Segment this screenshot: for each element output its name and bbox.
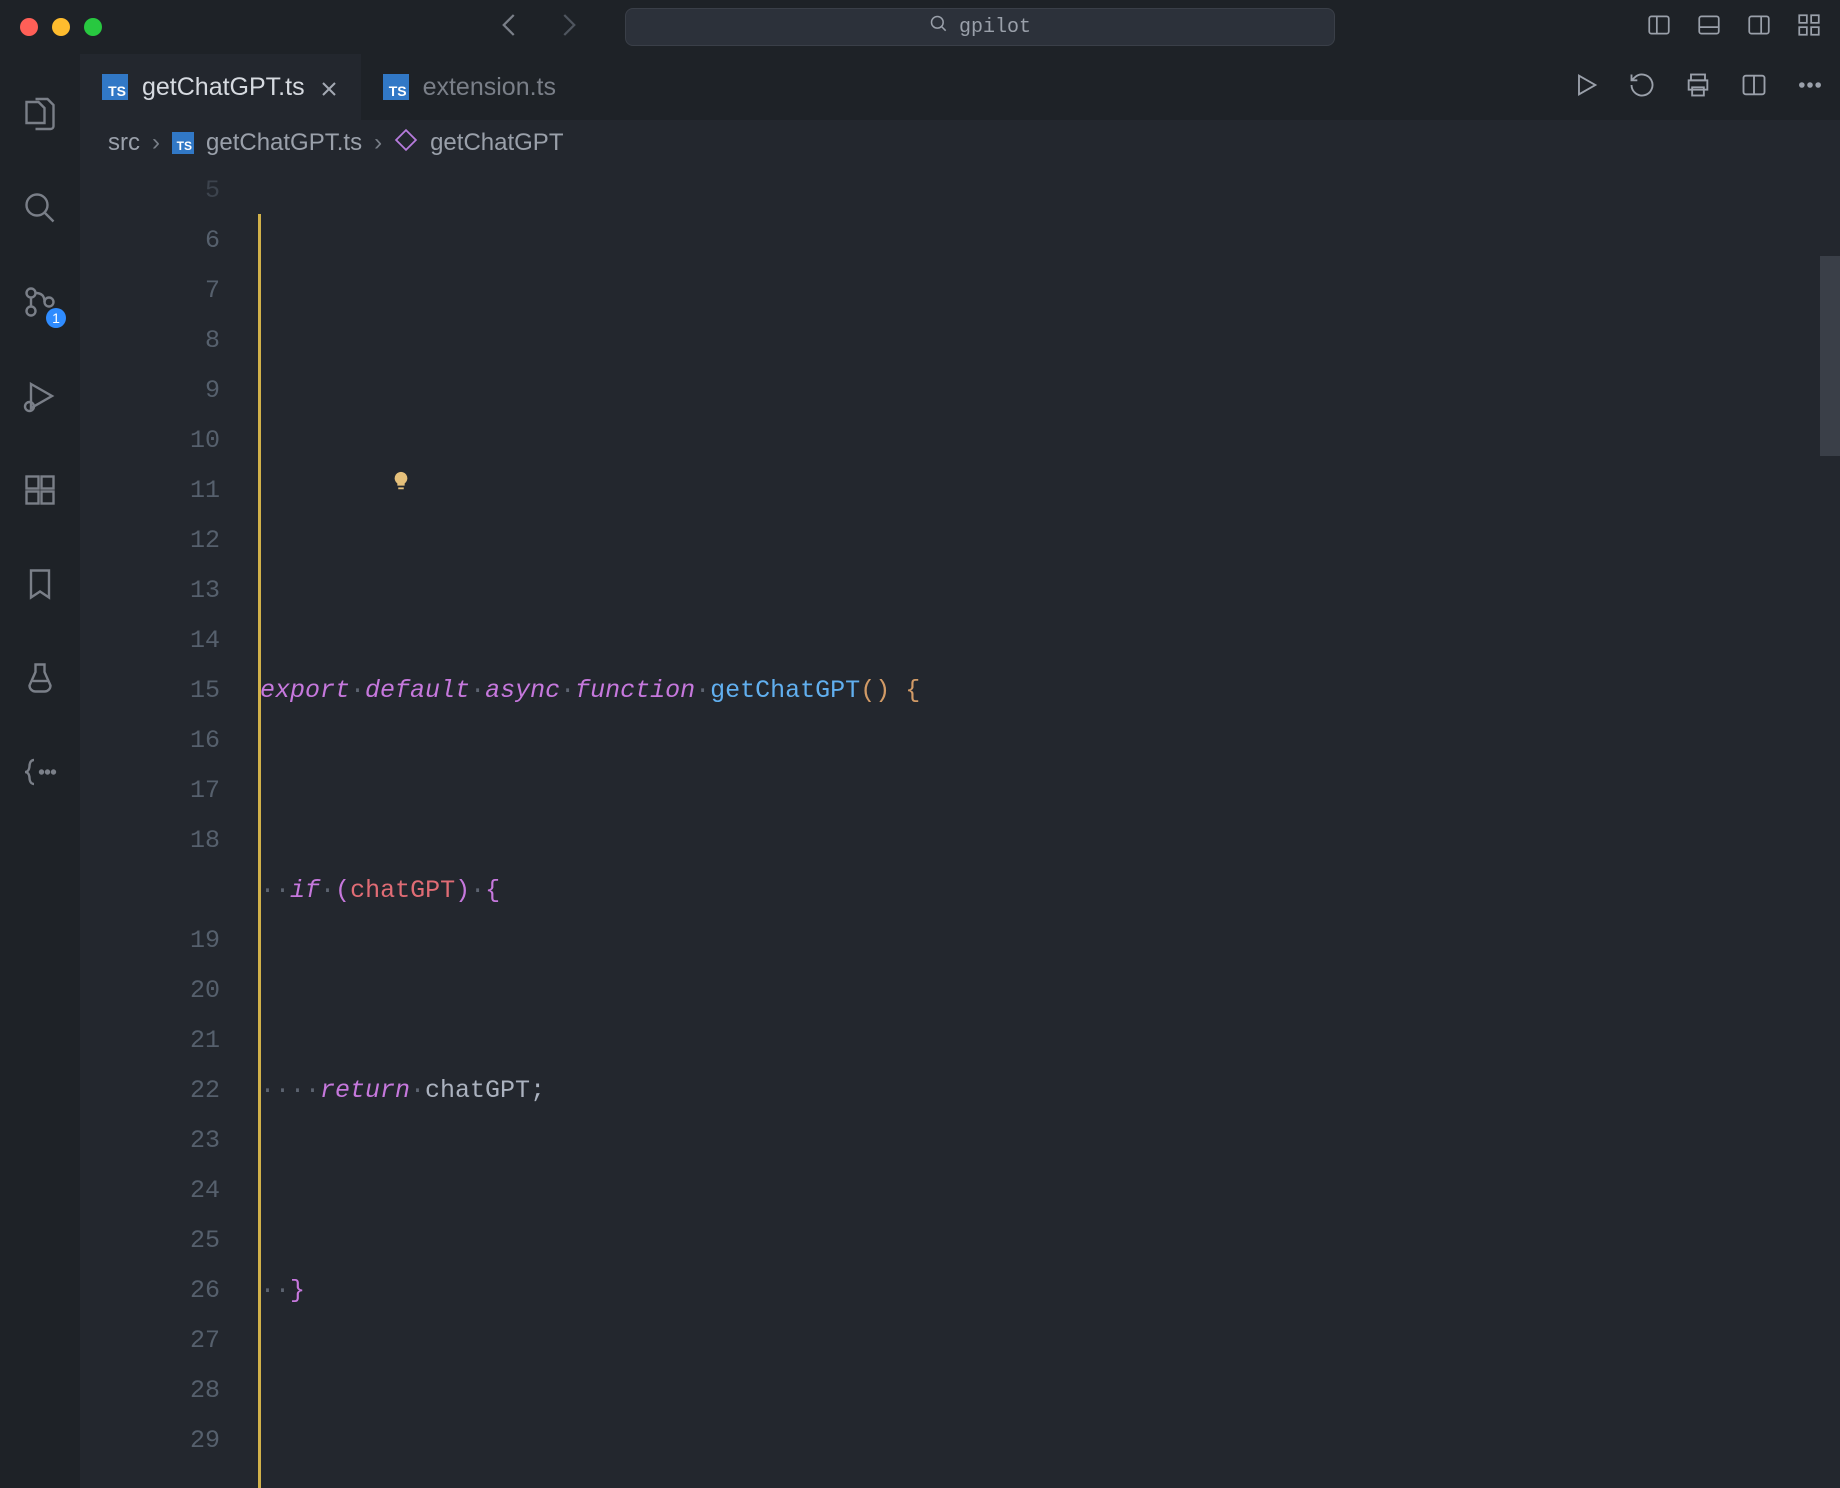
- tab-label: getChatGPT.ts: [142, 73, 305, 102]
- breadcrumb[interactable]: src › TS getChatGPT.ts › getChatGPT: [80, 120, 1840, 166]
- code-line[interactable]: ··}: [260, 1266, 1840, 1316]
- line-number: 9: [80, 366, 220, 416]
- title-bar-layout-controls: [1646, 12, 1822, 43]
- search-icon: [929, 14, 949, 41]
- line-number: 24: [80, 1166, 220, 1216]
- lightbulb-icon[interactable]: [270, 411, 292, 433]
- line-number: 8: [80, 316, 220, 366]
- code-line[interactable]: ····return·chatGPT;: [260, 1066, 1840, 1116]
- extensions-tab[interactable]: [20, 470, 60, 510]
- breadcrumb-folder[interactable]: src: [108, 129, 140, 157]
- line-number: 15: [80, 666, 220, 716]
- maximize-window-button[interactable]: [84, 18, 102, 36]
- chevron-right-icon: ›: [374, 129, 382, 157]
- typescript-icon: TS: [102, 74, 128, 100]
- customize-layout-icon[interactable]: [1796, 12, 1822, 43]
- code-line[interactable]: ··if·(chatGPT)·{: [260, 866, 1840, 916]
- line-number: 18: [80, 816, 220, 866]
- line-number: 29: [80, 1416, 220, 1466]
- line-number: 11: [80, 466, 220, 516]
- breadcrumb-file[interactable]: getChatGPT.ts: [206, 129, 362, 157]
- chevron-right-icon: ›: [152, 129, 160, 157]
- source-control-tab[interactable]: 1: [20, 282, 60, 322]
- split-editor-icon[interactable]: [1740, 71, 1768, 104]
- toggle-panel-icon[interactable]: [1696, 12, 1722, 43]
- run-icon[interactable]: [1572, 71, 1600, 104]
- typescript-icon: TS: [383, 74, 409, 100]
- line-number: 22: [80, 1066, 220, 1116]
- line-number: 23: [80, 1116, 220, 1166]
- line-number: 14: [80, 616, 220, 666]
- code-editor[interactable]: 5 6 7 8 9 10 11 12 13 14 15 16 17 18 19 …: [80, 166, 1840, 1488]
- line-number: 21: [80, 1016, 220, 1066]
- line-number: 19: [80, 916, 220, 966]
- line-number: 7: [80, 266, 220, 316]
- line-number: 27: [80, 1316, 220, 1366]
- editor-area: TS getChatGPT.ts TS extension.ts src › T…: [80, 54, 1840, 1488]
- search-tab[interactable]: [20, 188, 60, 228]
- print-icon[interactable]: [1684, 71, 1712, 104]
- activity-bar: 1: [0, 54, 80, 1488]
- line-number: 16: [80, 716, 220, 766]
- scm-badge: 1: [46, 308, 66, 328]
- more-actions-icon[interactable]: [1796, 71, 1824, 104]
- typescript-icon: TS: [172, 132, 194, 154]
- line-number: 6: [80, 216, 220, 266]
- minimize-window-button[interactable]: [52, 18, 70, 36]
- line-number: 10: [80, 416, 220, 466]
- json-tab[interactable]: [20, 752, 60, 792]
- editor-actions: [1572, 54, 1824, 120]
- close-tab-icon[interactable]: [319, 77, 339, 97]
- tab-extension[interactable]: TS extension.ts: [361, 54, 578, 120]
- line-number: 20: [80, 966, 220, 1016]
- bookmarks-tab[interactable]: [20, 564, 60, 604]
- tab-getchatgpt[interactable]: TS getChatGPT.ts: [80, 54, 361, 120]
- close-window-button[interactable]: [20, 18, 38, 36]
- line-number: 17: [80, 766, 220, 816]
- toggle-primary-sidebar-icon[interactable]: [1646, 12, 1672, 43]
- code-line[interactable]: [260, 466, 1840, 516]
- line-number: 26: [80, 1266, 220, 1316]
- line-number: 13: [80, 566, 220, 616]
- tab-label: extension.ts: [423, 73, 556, 102]
- code-line[interactable]: export·default·async·function·getChatGPT…: [260, 666, 1840, 716]
- line-number: 5: [80, 166, 220, 216]
- symbol-method-icon: [394, 128, 418, 159]
- search-text: gpilot: [959, 16, 1031, 39]
- explorer-tab[interactable]: [20, 94, 60, 134]
- command-center-search[interactable]: gpilot: [625, 8, 1335, 46]
- toggle-secondary-sidebar-icon[interactable]: [1746, 12, 1772, 43]
- nav-arrows: [495, 10, 583, 45]
- line-number-gutter: 5 6 7 8 9 10 11 12 13 14 15 16 17 18 19 …: [80, 166, 260, 1488]
- editor-tabs: TS getChatGPT.ts TS extension.ts: [80, 54, 1840, 120]
- run-debug-tab[interactable]: [20, 376, 60, 416]
- code-line[interactable]: [260, 1466, 1840, 1488]
- line-number: 12: [80, 516, 220, 566]
- timeline-icon[interactable]: [1628, 71, 1656, 104]
- nav-back-button[interactable]: [495, 10, 525, 45]
- vertical-scrollbar[interactable]: [1820, 166, 1840, 1488]
- testing-tab[interactable]: [20, 658, 60, 698]
- breadcrumb-symbol[interactable]: getChatGPT: [430, 129, 563, 157]
- code-content[interactable]: export·default·async·function·getChatGPT…: [260, 166, 1840, 1488]
- line-number: 25: [80, 1216, 220, 1266]
- window-controls: [20, 18, 102, 36]
- line-number: 28: [80, 1366, 220, 1416]
- line-number: [80, 866, 220, 916]
- scrollbar-thumb[interactable]: [1820, 256, 1840, 456]
- title-bar: gpilot: [0, 0, 1840, 54]
- nav-forward-button[interactable]: [553, 10, 583, 45]
